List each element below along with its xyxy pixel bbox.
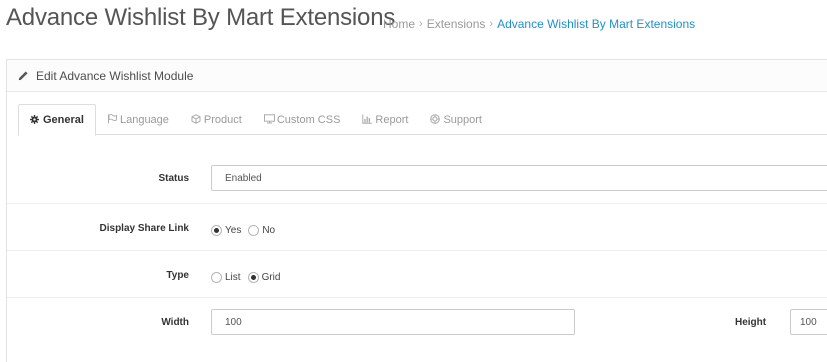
breadcrumb-extensions-link[interactable]: Extensions [427,17,486,31]
tab-support[interactable]: Support [419,104,493,135]
share-link-no-label: No [262,225,276,236]
share-link-radio-group: Yes No [211,225,282,236]
type-list-option[interactable]: List [211,272,241,283]
breadcrumb: Home › Extensions › Advance Wishlist By … [383,17,695,31]
breadcrumb-home-link[interactable]: Home [383,17,415,31]
type-grid-label: Grid [261,272,281,283]
gear-icon [30,114,41,126]
tab-label: Custom CSS [276,113,341,126]
type-grid-radio[interactable] [247,272,259,283]
type-grid-option[interactable]: Grid [247,272,281,283]
cube-icon [191,114,202,125]
share-link-no-radio[interactable] [248,225,260,236]
status-select[interactable]: Enabled [211,165,827,191]
breadcrumb-separator: › [419,18,423,30]
height-input-value: 100 [800,316,817,328]
bar-chart-icon [362,114,373,125]
page-title: Advance Wishlist By Mart Extensions [6,4,396,31]
share-link-label: Display Share Link [99,223,189,234]
panel-title: Edit Advance Wishlist Module [36,68,194,83]
tab-general[interactable]: General [18,104,96,136]
height-input[interactable]: 100 [790,309,827,335]
breadcrumb-separator: › [489,18,494,30]
tab-language[interactable]: Language [96,104,180,135]
type-radio-group: List Grid [211,272,287,283]
share-link-yes-option[interactable]: Yes [211,225,241,236]
type-list-label: List [225,272,241,283]
tab-bar: General Language Product Custom CSS Repo… [18,104,827,136]
edit-module-panel: Edit Advance Wishlist Module General Lan… [6,59,827,362]
flag-icon [107,114,118,125]
breadcrumb-current-link[interactable]: Advance Wishlist By Mart Extensions [497,17,695,31]
share-link-yes-radio[interactable] [211,225,222,236]
type-list-radio[interactable] [211,272,222,283]
width-input-value: 100 [225,316,242,328]
height-label: Height [735,317,767,328]
status-row: Status Enabled [7,154,827,204]
type-row: Type List Grid [7,251,827,298]
tab-label: Report [375,113,409,126]
status-select-value: Enabled [225,172,262,184]
monitor-icon [263,114,275,125]
share-link-yes-label: Yes [225,225,242,236]
status-label: Status [158,173,189,184]
width-input[interactable]: 100 [211,309,575,335]
page-header: Advance Wishlist By Mart Extensions Home… [0,0,827,46]
type-label: Type [166,270,189,281]
share-link-no-option[interactable]: No [248,225,275,236]
tab-label: Support [443,113,482,126]
share-link-row: Display Share Link Yes No [7,204,827,251]
tab-report[interactable]: Report [351,104,419,135]
pencil-icon [18,70,30,82]
tab-label: General [43,114,84,126]
width-label: Width [161,317,189,328]
tab-label: Product [203,113,242,126]
tab-product[interactable]: Product [180,104,253,135]
tab-label: Language [119,113,169,126]
panel-heading: Edit Advance Wishlist Module [7,60,827,92]
lifebuoy-icon [430,114,441,125]
tab-custom-css[interactable]: Custom CSS [253,104,352,135]
dimensions-row: Width 100 Height 100 [7,298,827,362]
